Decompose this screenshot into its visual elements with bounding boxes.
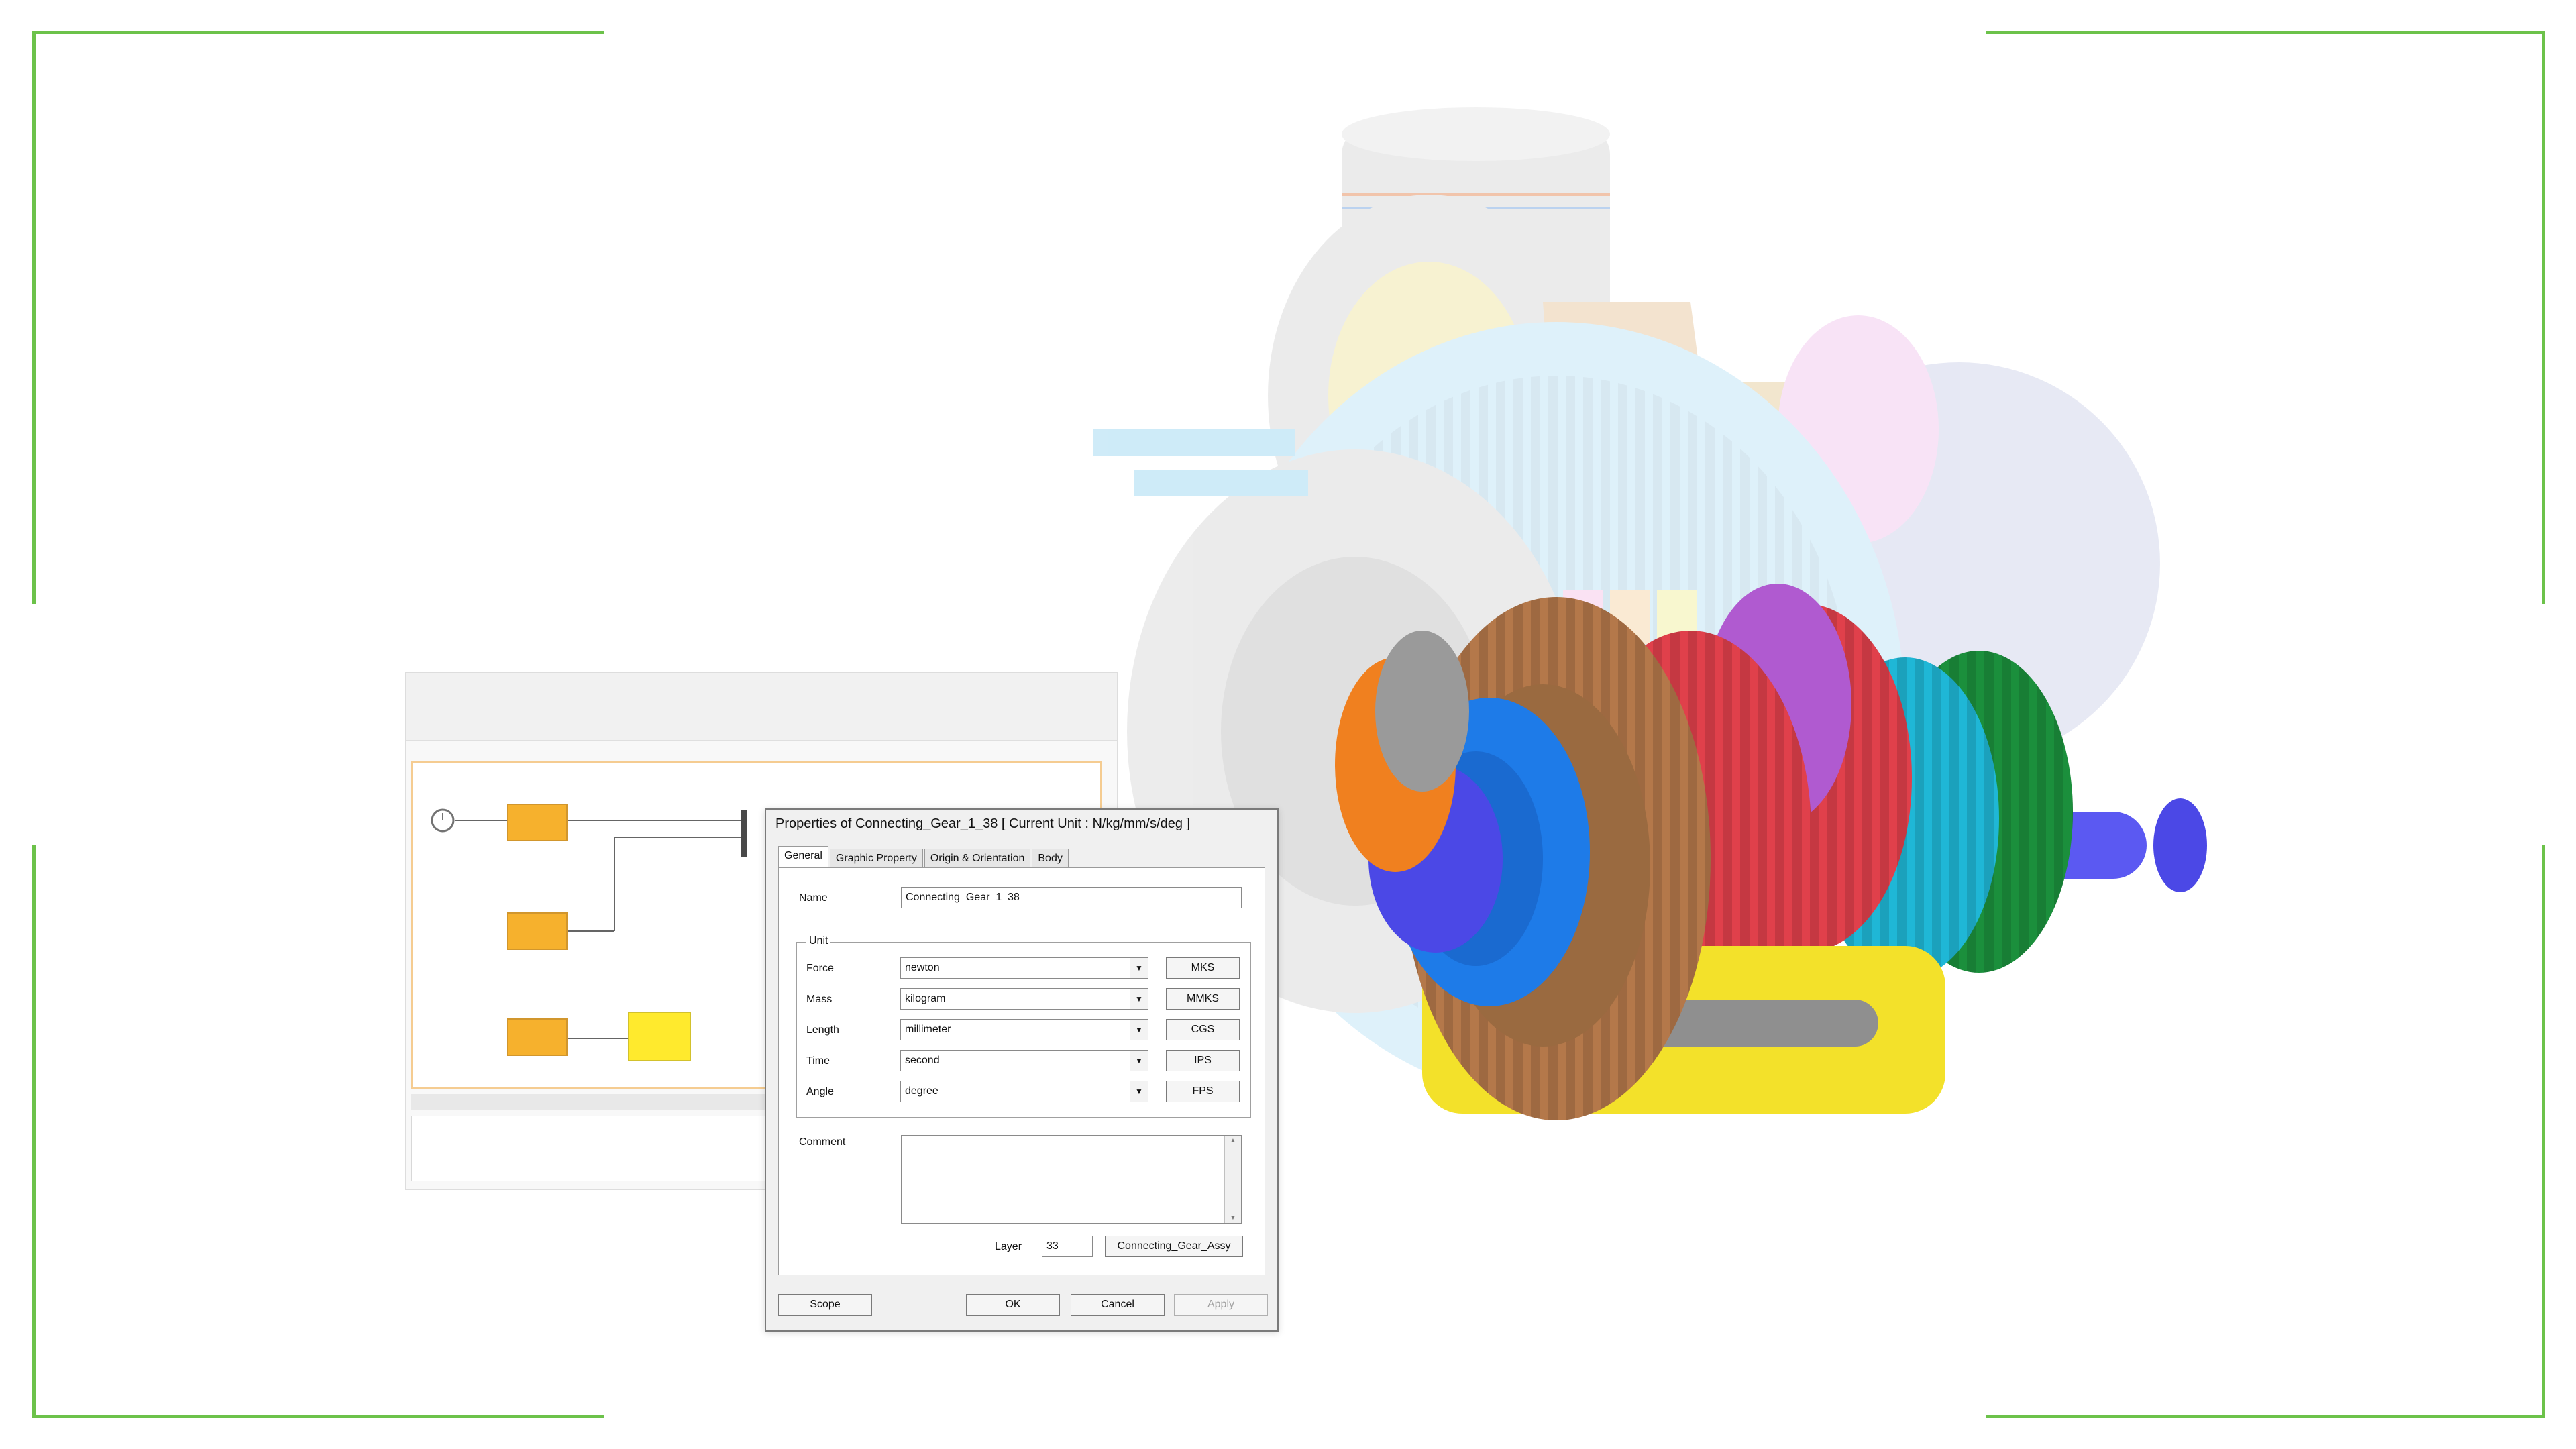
force-unit-select[interactable]: newton ▼ xyxy=(900,957,1148,979)
mass-unit-select[interactable]: kilogram ▼ xyxy=(900,988,1148,1010)
dropdown-arrow-icon[interactable]: ▼ xyxy=(1130,989,1148,1009)
length-unit-select[interactable]: millimeter ▼ xyxy=(900,1019,1148,1040)
mks-button[interactable]: MKS xyxy=(1166,957,1240,979)
tab-general[interactable]: General xyxy=(778,846,828,868)
scroll-up-icon[interactable]: ▲ xyxy=(1225,1137,1241,1144)
frame-gap-top-left xyxy=(604,27,1986,38)
tab-origin-orientation[interactable]: Origin & Orientation xyxy=(924,849,1031,868)
diagram-block xyxy=(507,804,568,841)
name-label: Name xyxy=(799,892,828,904)
force-label: Force xyxy=(806,963,834,974)
comment-textarea[interactable]: ▲ ▼ xyxy=(901,1135,1242,1224)
angle-unit-select[interactable]: degree ▼ xyxy=(900,1081,1148,1102)
tab-body[interactable]: Body xyxy=(1032,849,1069,868)
layer-assembly-button[interactable]: Connecting_Gear_Assy xyxy=(1105,1236,1243,1257)
dropdown-arrow-icon[interactable]: ▼ xyxy=(1130,1051,1148,1071)
sim-ribbon-toolbar xyxy=(406,673,1117,741)
dropdown-arrow-icon[interactable]: ▼ xyxy=(1130,1081,1148,1102)
diagram-block xyxy=(507,912,568,950)
comment-label: Comment xyxy=(799,1136,846,1148)
cancel-button[interactable]: Cancel xyxy=(1071,1294,1165,1316)
general-tab-panel: Name Connecting_Gear_1_38 Unit Force new… xyxy=(778,867,1265,1275)
ok-button[interactable]: OK xyxy=(966,1294,1060,1316)
mmks-button[interactable]: MMKS xyxy=(1166,988,1240,1010)
unit-groupbox: Unit Force newton ▼ MKS Mass kilogram ▼ MM… xyxy=(796,935,1251,1118)
properties-dialog: Properties of Connecting_Gear_1_38 [ Cur… xyxy=(765,808,1279,1332)
apply-button[interactable]: Apply xyxy=(1174,1294,1268,1316)
mass-unit-value: kilogram xyxy=(905,993,946,1004)
frame-gap-right xyxy=(2540,604,2551,845)
dialog-title: Properties of Connecting_Gear_1_38 [ Cur… xyxy=(775,816,1191,831)
scroll-down-icon[interactable]: ▼ xyxy=(1225,1214,1241,1222)
time-label: Time xyxy=(806,1055,830,1067)
unit-group-label: Unit xyxy=(806,935,831,947)
diagram-block xyxy=(628,1012,691,1061)
name-field[interactable]: Connecting_Gear_1_38 xyxy=(901,887,1242,908)
time-unit-value: second xyxy=(905,1055,940,1066)
scope-button[interactable]: Scope xyxy=(778,1294,872,1316)
dialog-tab-strip: General Graphic Property Origin & Orient… xyxy=(778,846,1070,868)
length-unit-value: millimeter xyxy=(905,1024,951,1035)
angle-unit-value: degree xyxy=(905,1085,938,1097)
dropdown-arrow-icon[interactable]: ▼ xyxy=(1130,958,1148,978)
cgs-button[interactable]: CGS xyxy=(1166,1019,1240,1040)
mass-label: Mass xyxy=(806,994,833,1005)
layer-field[interactable]: 33 xyxy=(1042,1236,1093,1257)
diagram-block xyxy=(507,1018,568,1056)
tab-graphic-property[interactable]: Graphic Property xyxy=(829,849,923,868)
angle-label: Angle xyxy=(806,1086,834,1097)
frame-gap-left xyxy=(27,604,38,845)
length-label: Length xyxy=(806,1024,839,1036)
layer-label: Layer xyxy=(995,1241,1022,1252)
force-unit-value: newton xyxy=(905,962,940,973)
frame-gap-bottom xyxy=(604,1411,1986,1422)
time-unit-select[interactable]: second ▼ xyxy=(900,1050,1148,1071)
comment-scrollbar[interactable]: ▲ ▼ xyxy=(1224,1136,1241,1223)
ips-button[interactable]: IPS xyxy=(1166,1050,1240,1071)
dropdown-arrow-icon[interactable]: ▼ xyxy=(1130,1020,1148,1040)
fps-button[interactable]: FPS xyxy=(1166,1081,1240,1102)
